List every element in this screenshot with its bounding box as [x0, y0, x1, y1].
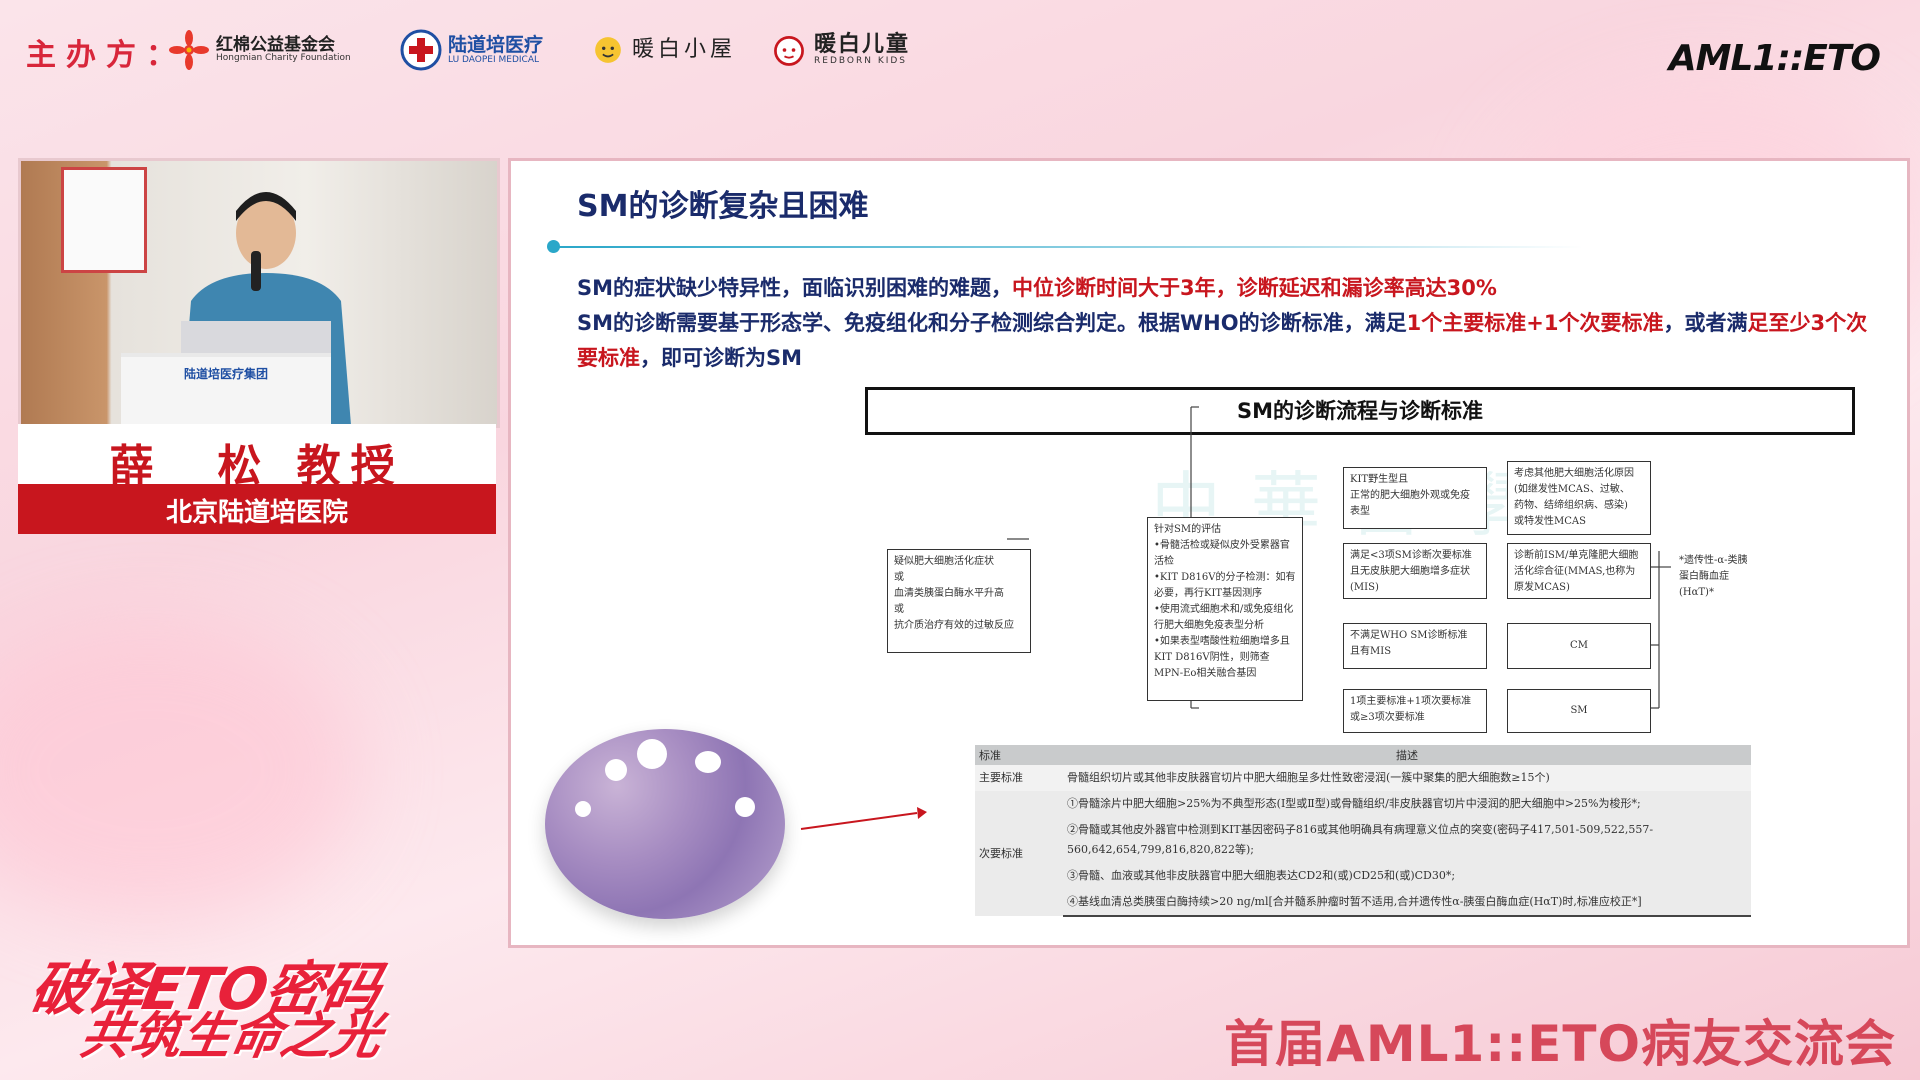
- flow-node-branch-1: KIT野生型且 正常的肥大细胞外观或免疫 表型: [1343, 467, 1487, 529]
- flow-node-branch-3: 不满足WHO SM诊断标准 且有MIS: [1343, 623, 1487, 669]
- minor-criterion-1: ①骨髓涂片中肥大细胞>25%为不典型形态(Ⅰ型或Ⅱ型)或骨髓组织/非皮肤器官切片…: [1063, 791, 1751, 817]
- table-row: ④基线血清总类胰蛋白酶持续>20 ng/ml[合并髓系肿瘤时暂不适用,合并遗传性…: [975, 889, 1751, 917]
- logo-redborn-name: 暖白儿童: [814, 31, 911, 57]
- campaign-slogan: 破译ETO密码 共筑生命之光: [12, 940, 392, 1065]
- tissue-vacuole: [605, 759, 627, 781]
- logo-hongmian-sub: Hongmian Charity Foundation: [216, 53, 351, 64]
- flow-side-note: *遗传性-α-类胰蛋白酶血症(HαT)*: [1679, 555, 1748, 598]
- logo-hongmian: 红棉公益基金会 Hongmian Charity Foundation: [168, 26, 351, 74]
- table-header-row: 标准 描述: [975, 745, 1751, 765]
- arrow-right-icon: [800, 807, 927, 830]
- brand-logo: AML1::ETO: [1668, 38, 1881, 79]
- table-row: ③骨髓、血液或其他非皮肤器官中肥大细胞表达CD2和(或)CD25和(或)CD30…: [975, 863, 1751, 889]
- wall-board: [61, 167, 147, 273]
- organizer-label: 主办方：: [26, 38, 186, 73]
- minor-criterion-2: ②骨髓或其他皮外器官中检测到KIT基因密码子816或其他明确具有病理意义位点的突…: [1063, 817, 1751, 863]
- speaker-video: 陆道培医疗集团: [18, 158, 500, 428]
- flow-node-outcome-cm: CM: [1507, 623, 1651, 669]
- flow-node-outcome-1: 考虑其他肥大细胞活化原因 (如继发性MCAS、过敏、 药物、结缔组织病、感染) …: [1507, 461, 1651, 535]
- flow-node-outcome-2: 诊断前ISM/单克隆肥大细胞 活化综合征(MMAS,也称为 原发MCAS): [1507, 543, 1651, 599]
- flow-node-outcome-sm: SM: [1507, 689, 1651, 733]
- flow-node-start: 疑似肥大细胞活化症状 或 血清类胰蛋白酶水平升高 或 抗介质治疗有效的过敏反应: [887, 549, 1031, 653]
- flow-node-branch-4: 1项主要标准+1项次要标准 或≥3项次要标准: [1343, 689, 1487, 733]
- criteria-table: 标准 描述 主要标准 骨髓组织切片或其他非皮肤器官切片中肥大细胞呈多灶性致密浸润…: [975, 745, 1751, 917]
- logo-hongmian-name: 红棉公益基金会: [216, 34, 335, 55]
- flow-node-outcome-2-text: 诊断前ISM/单克隆肥大细胞 活化综合征(MMAS,也称为 原发MCAS): [1514, 550, 1639, 593]
- flow-node-branch-4-text: 1项主要标准+1项次要标准 或≥3项次要标准: [1350, 696, 1472, 723]
- flow-node-start-text: 疑似肥大细胞活化症状 或 血清类胰蛋白酶水平升高 或 抗介质治疗有效的过敏反应: [894, 556, 1014, 631]
- microscopy-image: [545, 729, 785, 919]
- event-title: 首届AML1::ETO病友交流会: [1224, 1015, 1896, 1073]
- logo-nuanbai-house-name: 暖白小屋: [632, 36, 737, 62]
- flow-node-outcome-1-text: 考虑其他肥大细胞活化原因 (如继发性MCAS、过敏、 药物、结缔组织病、感染) …: [1514, 468, 1634, 527]
- table-row: 次要标准 ①骨髓涂片中肥大细胞>25%为不典型形态(Ⅰ型或Ⅱ型)或骨髓组织/非皮…: [975, 791, 1751, 916]
- logo-nuanbai-house: 暖白小屋: [590, 26, 736, 74]
- logo-redborn-sub: REDBORN KIDS: [814, 56, 908, 67]
- kapok-flower-icon: [169, 30, 209, 70]
- flow-node-branch-2: 满足<3项SM诊断次要标准 且无皮肤肥大细胞增多症状 (MIS): [1343, 543, 1487, 599]
- flow-node-branch-1-text: KIT野生型且 正常的肥大细胞外观或免疫 表型: [1350, 474, 1470, 517]
- flow-node-outcome-sm-text: SM: [1570, 705, 1588, 716]
- logo-ludaopei-sub: LU DAOPEI MEDICAL: [448, 54, 539, 65]
- medical-cross-icon: [400, 29, 442, 71]
- major-criterion-label: 主要标准: [975, 765, 1063, 791]
- presentation-slide: SM的诊断复杂且困难 SM的症状缺少特异性，面临识别困难的难题，中位诊断时间大于…: [508, 158, 1910, 948]
- minor-criterion-4: ④基线血清总类胰蛋白酶持续>20 ng/ml[合并髓系肿瘤时暂不适用,合并遗传性…: [1063, 889, 1751, 917]
- tissue-vacuole: [695, 751, 721, 773]
- minor-criterion-3: ③骨髓、血液或其他非皮肤器官中肥大细胞表达CD2和(或)CD25和(或)CD30…: [1063, 863, 1751, 889]
- speaker-hospital-panel: 北京陆道培医院: [18, 484, 496, 534]
- table-row: 主要标准 骨髓组织切片或其他非皮肤器官切片中肥大细胞呈多灶性致密浸润(一簇中聚集…: [975, 765, 1751, 791]
- table-header-standard: 标准: [975, 745, 1063, 765]
- table-header-description: 描述: [1063, 745, 1751, 765]
- tissue-vacuole: [575, 801, 591, 817]
- logo-ludaopei-name: 陆道培医疗: [448, 33, 544, 56]
- speaker-hospital: 北京陆道培医院: [165, 498, 348, 528]
- logo-ludaopei: 陆道培医疗 LU DAOPEI MEDICAL: [400, 26, 543, 74]
- sun-face-icon: [595, 37, 621, 63]
- child-face-icon: [774, 35, 804, 66]
- speaker-name-panel: 薛 松 教授: [18, 424, 496, 492]
- flow-node-branch-3-text: 不满足WHO SM诊断标准 且有MIS: [1350, 630, 1468, 657]
- podium: 陆道培医疗集团: [121, 353, 331, 425]
- flow-node-outcome-cm-text: CM: [1570, 640, 1588, 651]
- logo-redborn-kids: 暖白儿童 REDBORN KIDS: [770, 26, 910, 74]
- podium-label: 陆道培医疗集团: [183, 367, 268, 381]
- table-row: ②骨髓或其他皮外器官中检测到KIT基因密码子816或其他明确具有病理意义位点的突…: [975, 817, 1751, 863]
- flow-node-evaluation: 针对SM的评估 •骨髓活检或疑似皮外受累器官活检 •KIT D816V的分子检测…: [1147, 517, 1303, 701]
- campaign-slogan-line-2: 共筑生命之光: [76, 1007, 387, 1065]
- background-glow: [0, 620, 360, 920]
- minor-criterion-label: 次要标准: [975, 791, 1063, 916]
- tissue-vacuole: [637, 739, 667, 769]
- flow-node-evaluation-text: 针对SM的评估 •骨髓活检或疑似皮外受累器官活检 •KIT D816V的分子检测…: [1154, 524, 1296, 679]
- major-criterion-desc: 骨髓组织切片或其他非皮肤器官切片中肥大细胞呈多灶性致密浸润(一簇中聚集的肥大细胞…: [1063, 765, 1751, 791]
- flow-node-branch-2-text: 满足<3项SM诊断次要标准 且无皮肤肥大细胞增多症状 (MIS): [1350, 550, 1472, 593]
- tissue-vacuole: [735, 797, 755, 817]
- header: 主办方： 红棉公益基金会 Hongmian Charity Foundation…: [0, 0, 1920, 110]
